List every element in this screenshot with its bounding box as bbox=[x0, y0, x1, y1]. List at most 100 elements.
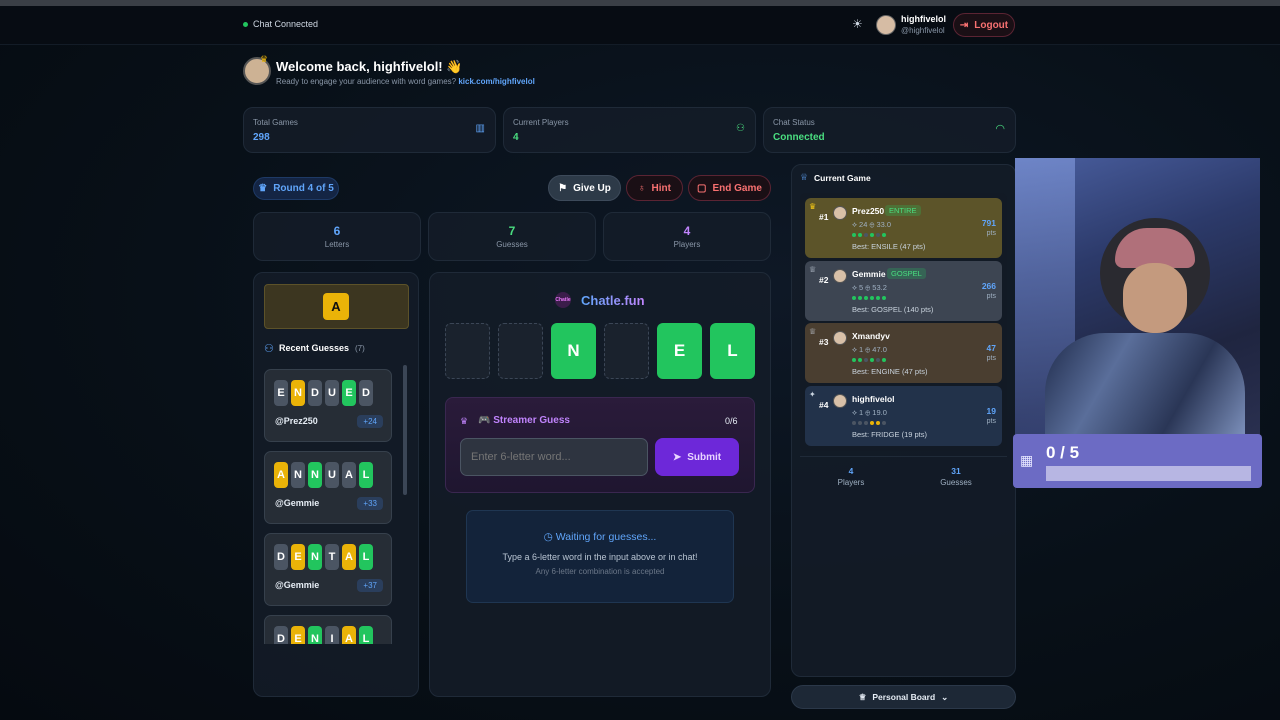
welcome-subtitle: Ready to engage your audience with word … bbox=[276, 77, 535, 86]
users-icon: ⚇ bbox=[264, 343, 274, 355]
channel-link[interactable]: kick.com/highfivelol bbox=[458, 77, 534, 86]
submit-button[interactable]: ➤ Submit bbox=[655, 438, 739, 476]
player-progress-dots bbox=[852, 420, 886, 425]
player-progress-dots bbox=[852, 358, 886, 362]
round-badge: ♛ Round 4 of 5 bbox=[253, 177, 339, 200]
recent-guess-card: A N N U A L @Gemmie +33 bbox=[264, 451, 392, 524]
trophy-icon: ♕ bbox=[800, 172, 809, 182]
progress-dot bbox=[852, 233, 856, 237]
player-stats: ⟡ 5 ⊕ 53.2 bbox=[852, 282, 887, 292]
player-stats: ⟡ 1 ⊕ 19.0 bbox=[852, 407, 887, 417]
points-label: pts bbox=[986, 292, 996, 300]
crown-icon: ♛ bbox=[258, 183, 268, 194]
guess-score: +33 bbox=[357, 497, 383, 510]
logout-button[interactable]: ⇥ Logout bbox=[953, 13, 1015, 37]
player-name: Gemmie bbox=[852, 268, 886, 279]
recent-guesses-title: Recent Guesses bbox=[279, 343, 350, 353]
recent-scrollbar[interactable] bbox=[403, 365, 407, 495]
player-best-word: Best: ENSILE (47 pts) bbox=[852, 242, 926, 251]
guess-user: @Gemmie bbox=[275, 498, 320, 508]
empty-letter-slot bbox=[604, 323, 649, 379]
recent-guess-card: E N D U E D @Prez250 +24 bbox=[264, 369, 392, 442]
clock-icon: ◷ bbox=[543, 531, 556, 543]
revealed-letter-tile: N bbox=[551, 323, 596, 379]
avatar[interactable] bbox=[876, 15, 896, 35]
revealed-letter-tile: L bbox=[710, 323, 755, 379]
guess-letter-tile: I bbox=[325, 626, 339, 644]
player-progress-dots bbox=[852, 233, 886, 237]
streamer-guess-count: 0/6 bbox=[725, 416, 738, 426]
guess-letter-tile: N bbox=[308, 626, 322, 644]
recent-guess-card: DENIAL bbox=[264, 615, 392, 644]
word-board: N EL bbox=[445, 323, 755, 379]
recent-guess-card: D E N T A L @Gemmie +37 bbox=[264, 533, 392, 606]
guess-letter-tile: E bbox=[342, 380, 356, 406]
leaderboard-player-row: ♕ #3 Xmandyv ⟡ 1 ⊕ 47.0 Best: ENGINE (47 pts… bbox=[805, 323, 1002, 383]
waiting-line1: Type a 6-letter word in the input above … bbox=[502, 552, 698, 562]
theme-toggle-icon[interactable]: ☀ bbox=[852, 17, 863, 31]
points-label: pts bbox=[986, 417, 996, 425]
progress-dot bbox=[882, 420, 886, 425]
stat-chat-status: Chat Status Connected ◠ bbox=[763, 107, 1016, 153]
hint-button[interactable]: ♁ Hint bbox=[626, 175, 683, 201]
guess-letter-tile: D bbox=[359, 380, 373, 406]
connection-dot bbox=[243, 22, 248, 27]
chevron-down-icon: ⌄ bbox=[941, 691, 949, 702]
guess-score: +37 bbox=[357, 579, 383, 592]
guess-tiles: ANNUAL bbox=[274, 462, 373, 488]
end-game-button[interactable]: ▢ End Game bbox=[688, 175, 771, 201]
guess-user: @Gemmie bbox=[275, 580, 320, 590]
webcam-feed bbox=[1015, 158, 1260, 438]
progress-dot bbox=[876, 295, 880, 300]
guess-letter-tile: L bbox=[359, 544, 373, 570]
personal-board-button[interactable]: ♕ Personal Board ⌄ bbox=[791, 685, 1016, 709]
guess-letter-tile: N bbox=[291, 462, 305, 488]
leaderboard-player-row: ♕ #2 Gemmie GOSPEL ⟡ 5 ⊕ 53.2 Best: GOSPEL (1… bbox=[805, 260, 1002, 321]
guess-letter-tile: L bbox=[359, 462, 373, 488]
player-current-word-tag: ENTIRE bbox=[885, 205, 921, 216]
give-up-button[interactable]: ⚑ Give Up bbox=[548, 175, 621, 201]
progress-dot bbox=[876, 358, 880, 362]
player-best-word: Best: ENGINE (47 pts) bbox=[852, 367, 928, 376]
progress-dot bbox=[864, 233, 868, 237]
progress-dot bbox=[852, 420, 856, 425]
leaderboard-player-row: ✦ #4 highfivelol ⟡ 1 ⊕ 19.0 Best: FRIDGE (19… bbox=[805, 385, 1002, 446]
divider bbox=[800, 456, 1007, 457]
recent-guesses-list: E N D U E D @Prez250 +24 A N N U A L @Gemmie +33 D E N T A L @… bbox=[264, 364, 402, 644]
hint-letter-tile: A bbox=[323, 293, 349, 320]
player-rank: #3 bbox=[819, 337, 829, 347]
points-label: pts bbox=[986, 355, 996, 362]
progress-dot bbox=[858, 420, 862, 425]
points-label: pts bbox=[986, 230, 996, 237]
guess-letter-tile: A bbox=[342, 462, 356, 488]
player-current-word-tag: GOSPEL bbox=[887, 267, 926, 279]
waiting-line2: Any 6-letter combination is accepted bbox=[535, 567, 665, 576]
trophy-icon: ♕ bbox=[858, 691, 867, 702]
guess-user: @Prez250 bbox=[275, 416, 318, 426]
crown-icon: ♛ bbox=[260, 54, 269, 64]
progress-dot bbox=[858, 233, 862, 237]
footer-players: 4 Players bbox=[837, 466, 865, 487]
progress-dot bbox=[858, 295, 862, 300]
guess-score: +24 bbox=[357, 415, 383, 428]
player-best-word: Best: GOSPEL (140 pts) bbox=[852, 304, 934, 314]
brand-title: Chatle.fun bbox=[581, 293, 645, 308]
player-stats: ⟡ 1 ⊕ 47.0 bbox=[852, 345, 887, 354]
rank-icon: ♕ bbox=[809, 327, 817, 336]
guess-letter-tile: E bbox=[291, 626, 305, 644]
player-avatar bbox=[833, 393, 847, 408]
player-avatar bbox=[833, 331, 847, 345]
progress-dot bbox=[852, 358, 856, 362]
logout-icon: ⇥ bbox=[959, 19, 969, 31]
recent-guesses-count: (7) bbox=[355, 344, 365, 353]
streamer-guess-title: 🎮 Streamer Guess bbox=[478, 415, 570, 426]
progress-dot bbox=[870, 295, 874, 300]
progress-dot bbox=[852, 295, 856, 300]
guess-letter-tile: D bbox=[308, 380, 322, 406]
progress-dot bbox=[864, 295, 868, 300]
progress-dot bbox=[876, 420, 880, 425]
header-username: highfivelol bbox=[901, 14, 946, 24]
word-input[interactable] bbox=[460, 438, 648, 476]
player-name: Prez250 bbox=[852, 206, 885, 216]
footer-guesses: 31 Guesses bbox=[940, 466, 972, 487]
